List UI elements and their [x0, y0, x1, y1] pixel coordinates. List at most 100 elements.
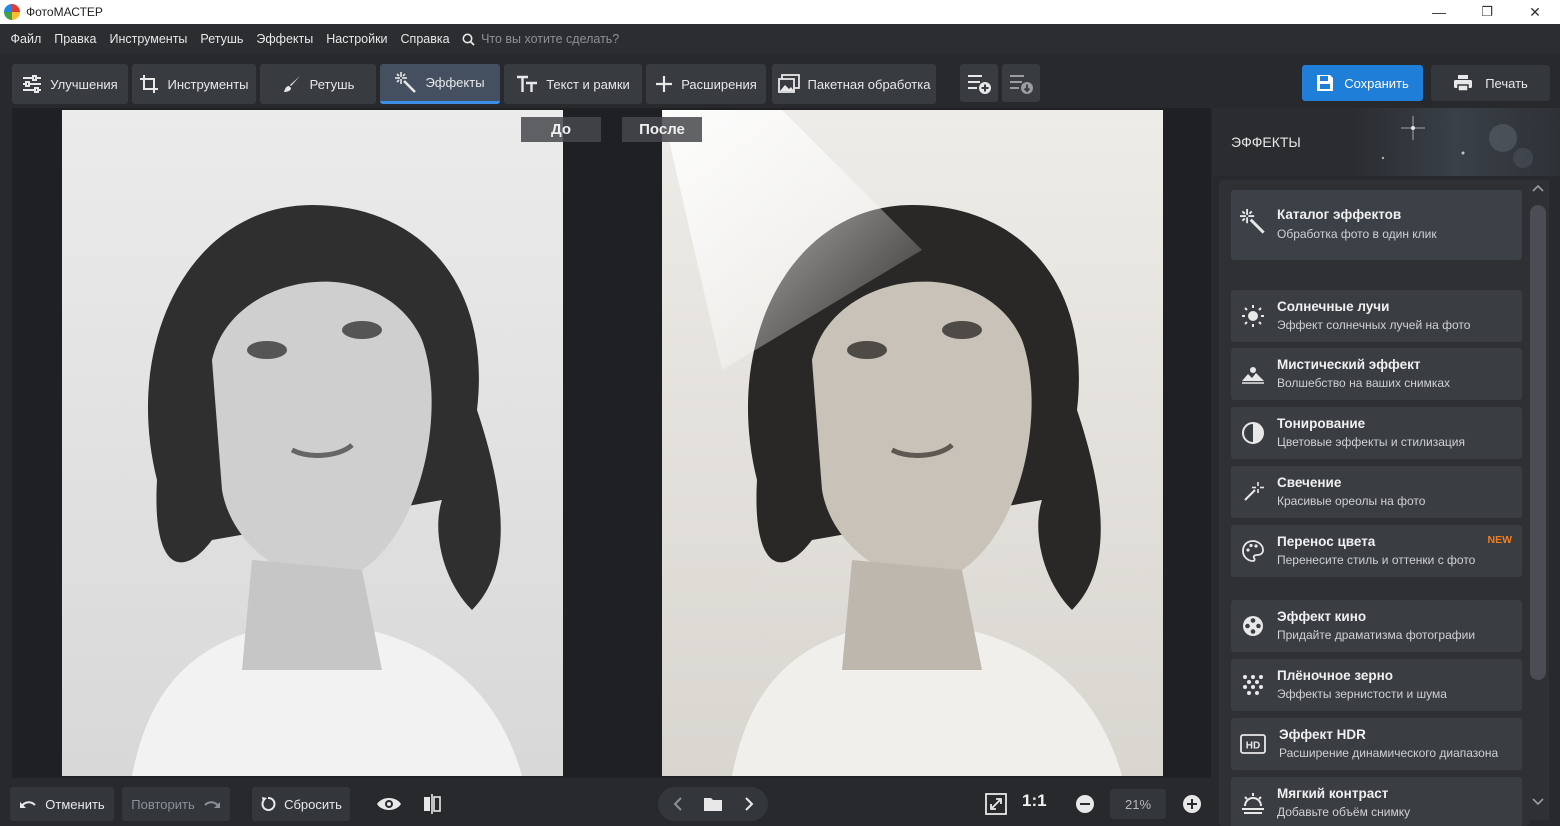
photo-canvas[interactable]: До После — [12, 108, 1211, 778]
menu-settings[interactable]: Настройки — [320, 32, 394, 46]
plus-circle-icon — [1183, 795, 1201, 813]
film-reel-icon — [1239, 612, 1267, 640]
card-title: Эффект HDR — [1279, 727, 1366, 742]
zoom-level[interactable]: 21% — [1110, 789, 1166, 819]
add-preset-button[interactable] — [960, 64, 998, 102]
chevron-right-icon — [745, 797, 754, 811]
minimize-button[interactable]: — — [1416, 0, 1462, 24]
effect-card-glow[interactable]: Свечение Красивые ореолы на фото — [1231, 466, 1522, 518]
zoom-out-button[interactable] — [1068, 788, 1102, 820]
tab-tools[interactable]: Инструменты — [132, 64, 256, 104]
menu-bar: Файл Правка Инструменты Ретушь Эффекты Н… — [0, 24, 1560, 54]
tab-text-frames[interactable]: Текст и рамки — [504, 64, 642, 104]
card-title: Каталог эффектов — [1277, 207, 1402, 222]
print-button[interactable]: Печать — [1431, 65, 1550, 101]
after-photo — [662, 110, 1163, 776]
redo-icon — [204, 801, 220, 808]
title-bar: ФотоМАСТЕР — ❐ ✕ — [0, 0, 1560, 24]
menu-edit[interactable]: Правка — [48, 32, 103, 46]
open-folder-button[interactable] — [696, 788, 730, 820]
search-icon — [462, 33, 475, 46]
card-title: Тонирование — [1277, 416, 1366, 431]
actual-size-button[interactable]: 1:1 — [1022, 791, 1047, 811]
zoom-in-button[interactable] — [1175, 788, 1209, 820]
landscape-icon — [1239, 360, 1267, 388]
card-desc: Красивые ореолы на фото — [1277, 494, 1426, 508]
half-circle-icon — [1239, 419, 1267, 447]
menu-retouch[interactable]: Ретушь — [194, 32, 250, 46]
tab-label: Расширения — [681, 76, 757, 92]
effect-card-hdr[interactable]: HD Эффект HDR Расширение динамического д… — [1231, 718, 1522, 770]
app-title: ФотоМАСТЕР — [26, 5, 103, 19]
save-button[interactable]: Сохранить — [1302, 65, 1423, 101]
split-view-icon — [424, 794, 441, 814]
scroll-up-icon[interactable] — [1532, 184, 1544, 192]
tab-label: Улучшения — [50, 76, 118, 92]
grain-icon — [1239, 671, 1267, 699]
new-badge: NEW — [1487, 534, 1513, 546]
effect-card-color-transfer[interactable]: Перенос цвета Перенесите стиль и оттенки… — [1231, 525, 1522, 577]
hdr-icon: HD — [1239, 730, 1267, 758]
tab-label: Инструменты — [167, 76, 249, 92]
card-title: Плёночное зерно — [1277, 668, 1394, 683]
command-search[interactable]: Что вы хотите сделать? — [462, 32, 619, 46]
effect-card-soft-contrast[interactable]: Мягкий контраст Добавьте объём снимку — [1231, 777, 1522, 826]
scroll-down-icon[interactable] — [1532, 798, 1544, 806]
redo-label: Повторить — [131, 796, 195, 812]
effect-card-cinema[interactable]: Эффект кино Придайте драматизма фотограф… — [1231, 600, 1522, 652]
expand-icon — [985, 793, 1007, 815]
menu-tools[interactable]: Инструменты — [103, 32, 194, 46]
close-button[interactable]: ✕ — [1512, 0, 1558, 24]
effects-catalog-card[interactable]: Каталог эффектов Обработка фото в один к… — [1231, 190, 1522, 260]
card-desc: Расширение динамического диапазона — [1279, 746, 1499, 760]
crop-icon — [140, 75, 159, 93]
card-desc: Обработка фото в один клик — [1277, 227, 1437, 241]
tab-enhancements[interactable]: Улучшения — [12, 64, 128, 104]
effect-card-mystic[interactable]: Мистический эффект Волшебство на ваших с… — [1231, 348, 1522, 400]
eye-icon — [377, 798, 401, 810]
undo-icon — [20, 801, 37, 808]
tab-extensions[interactable]: Расширения — [646, 64, 766, 104]
card-desc: Эффекты зернистости и шума — [1277, 687, 1447, 701]
effect-card-toning[interactable]: Тонирование Цветовые эффекты и стилизаци… — [1231, 407, 1522, 459]
menu-file[interactable]: Файл — [4, 32, 48, 46]
load-preset-button[interactable] — [1002, 64, 1040, 102]
compare-split-button[interactable] — [415, 788, 449, 820]
menu-effects[interactable]: Эффекты — [250, 32, 320, 46]
next-photo-button[interactable] — [732, 788, 766, 820]
redo-button[interactable]: Повторить — [122, 787, 230, 821]
menu-help[interactable]: Справка — [394, 32, 456, 46]
effect-card-film-grain[interactable]: Плёночное зерно Эффекты зернистости и шу… — [1231, 659, 1522, 711]
restore-button[interactable]: ❐ — [1464, 0, 1510, 24]
reset-button[interactable]: Сбросить — [252, 787, 350, 821]
plus-icon — [656, 76, 673, 92]
chevron-left-icon — [673, 797, 682, 811]
before-photo — [62, 110, 563, 776]
card-title: Свечение — [1277, 475, 1342, 490]
reset-label: Сбросить — [284, 796, 342, 812]
effect-card-sun-rays[interactable]: Солнечные лучи Эффект солнечных лучей на… — [1231, 290, 1522, 342]
card-title: Эффект кино — [1277, 609, 1367, 624]
sun-icon — [1239, 302, 1267, 330]
card-title: Мистический эффект — [1277, 357, 1421, 372]
card-desc: Добавьте объём снимку — [1277, 805, 1411, 819]
glow-icon — [1239, 478, 1267, 506]
effects-scroll-thumb[interactable] — [1530, 205, 1546, 680]
preview-eye-button[interactable] — [372, 788, 406, 820]
magic-wand-icon — [395, 71, 417, 93]
text-icon — [517, 75, 538, 92]
tab-effects[interactable]: Эффекты — [380, 64, 500, 104]
tab-label: Эффекты — [425, 75, 485, 90]
tab-label: Ретушь — [309, 76, 355, 92]
minus-circle-icon — [1076, 795, 1094, 813]
undo-button[interactable]: Отменить — [10, 787, 114, 821]
tab-retouch[interactable]: Ретушь — [260, 64, 376, 104]
card-desc: Придайте драматизма фотографии — [1277, 628, 1476, 642]
previous-photo-button[interactable] — [661, 788, 695, 820]
tab-label: Текст и рамки — [546, 76, 630, 92]
card-title: Перенос цвета — [1277, 534, 1376, 549]
search-placeholder: Что вы хотите сделать? — [481, 32, 620, 46]
magic-wand-icon — [1239, 208, 1267, 236]
fit-to-screen-button[interactable] — [979, 788, 1013, 820]
tab-batch-processing[interactable]: Пакетная обработка — [772, 64, 936, 104]
